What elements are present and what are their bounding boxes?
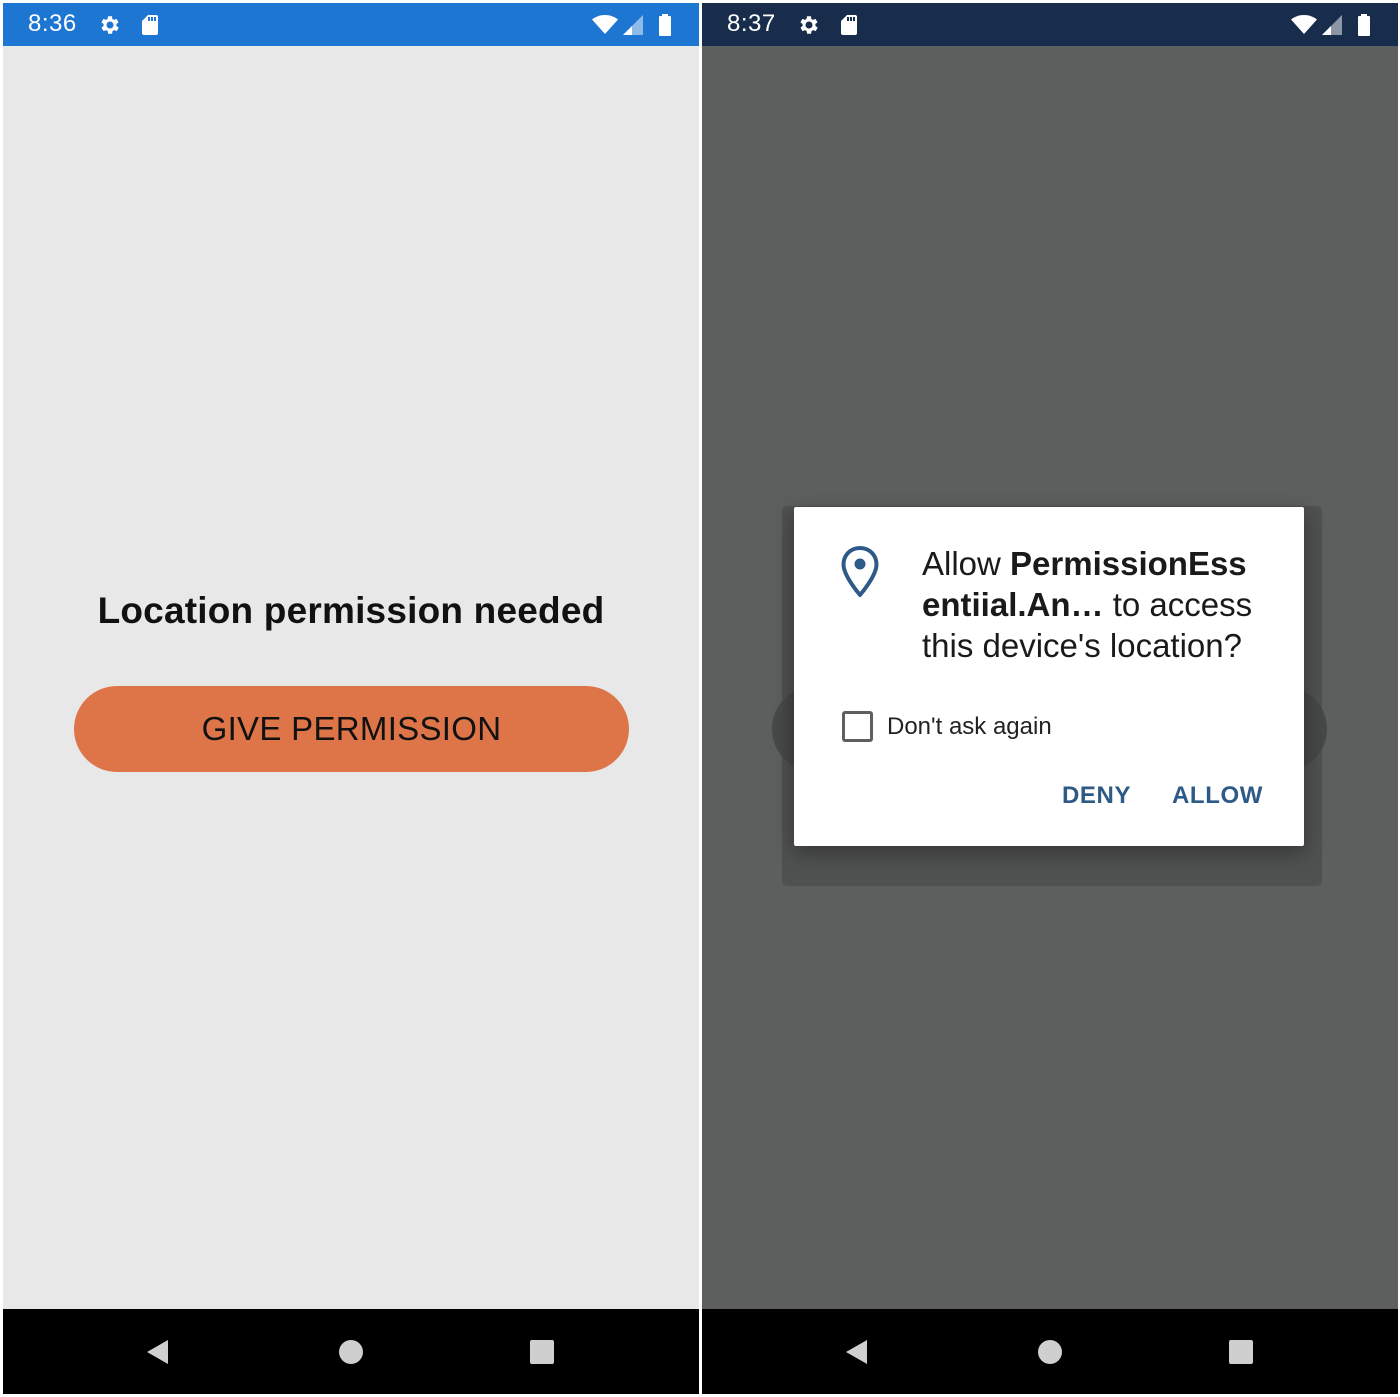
deny-button[interactable]: DENY <box>1062 781 1131 811</box>
wifi-icon <box>591 13 619 37</box>
dialog-message-prefix: Allow <box>922 545 1011 582</box>
gear-icon <box>98 13 122 37</box>
dialog-app-name-line2: entiial.An… <box>922 586 1104 623</box>
back-icon[interactable] <box>144 1338 172 1366</box>
signal-icon <box>1321 13 1343 37</box>
recents-icon[interactable] <box>528 1338 556 1366</box>
status-bar: 8:36 <box>3 3 699 46</box>
battery-icon <box>658 13 672 37</box>
phone-screen-left: 8:36 Location permission needed GIVE PER… <box>3 3 699 1394</box>
location-pin-icon <box>840 545 880 599</box>
recents-icon[interactable] <box>1227 1338 1255 1366</box>
battery-icon <box>1357 13 1371 37</box>
sd-card-icon <box>138 13 162 37</box>
back-icon[interactable] <box>843 1338 871 1366</box>
dimmed-app-content: Allow PermissionEss entiial.An… to access… <box>702 46 1398 1309</box>
wifi-icon <box>1290 13 1318 37</box>
status-time: 8:36 <box>28 10 77 37</box>
allow-button[interactable]: ALLOW <box>1172 781 1263 811</box>
app-content: Location permission needed GIVE PERMISSI… <box>3 46 699 1309</box>
home-icon[interactable] <box>1036 1338 1064 1366</box>
navigation-bar <box>3 1309 699 1394</box>
dialog-message-line3: this device's location? <box>922 627 1242 664</box>
dialog-app-name-line1: PermissionEss <box>1010 545 1247 582</box>
navigation-bar <box>702 1309 1398 1394</box>
status-bar: 8:37 <box>702 3 1398 46</box>
signal-icon <box>622 13 644 37</box>
dialog-message-suffix: to access <box>1103 586 1253 623</box>
gear-icon <box>797 13 821 37</box>
location-permission-dialog: Allow PermissionEss entiial.An… to access… <box>794 507 1304 846</box>
give-permission-button[interactable]: GIVE PERMISSION <box>74 686 629 772</box>
dont-ask-again-label: Don't ask again <box>887 713 1052 740</box>
status-time: 8:37 <box>727 10 776 37</box>
phone-screen-right: 8:37 Allow PermissionEss entiial.An… to a… <box>702 3 1398 1394</box>
dialog-message: Allow PermissionEss entiial.An… to access… <box>922 543 1282 666</box>
home-icon[interactable] <box>337 1338 365 1366</box>
permission-headline: Location permission needed <box>97 590 605 631</box>
dont-ask-again-checkbox[interactable] <box>842 711 873 742</box>
sd-card-icon <box>837 13 861 37</box>
